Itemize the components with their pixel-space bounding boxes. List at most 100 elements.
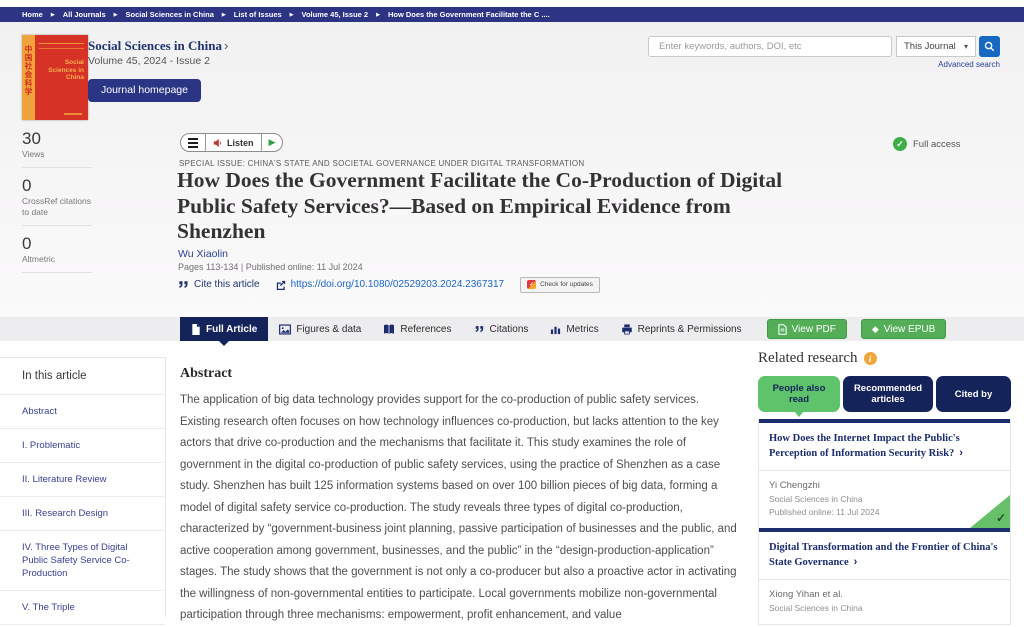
view-pdf-button[interactable]: View PDF (767, 319, 847, 339)
tab-full-article[interactable]: Full Article (180, 317, 268, 341)
tab-references[interactable]: References (372, 317, 462, 341)
search-input[interactable] (648, 36, 892, 57)
view-epub-button[interactable]: ◆ View EPUB (861, 319, 946, 339)
related-article-title: How Does the Internet Impact the Public'… (769, 433, 960, 459)
journal-title-link[interactable]: Social Sciences in China› (88, 38, 228, 54)
full-access-check-icon: ✓ (893, 137, 907, 151)
tab-citations[interactable]: Citations (463, 317, 540, 341)
tab-recommended-articles[interactable]: Recommended articles (843, 376, 933, 412)
related-article-author[interactable]: Yi Chengzhi (769, 479, 1000, 493)
tab-figures-data[interactable]: Figures & data (268, 317, 372, 341)
tab-cited-by[interactable]: Cited by (936, 376, 1011, 412)
journal-cover-rule (39, 43, 84, 44)
journal-cover[interactable]: 中国社会科学 Social Sciences in China (22, 35, 88, 120)
toc-item-literature-review[interactable]: II. Literature Review (0, 463, 165, 497)
toc-item-the-triple[interactable]: V. The Triple (0, 591, 165, 625)
tab-label: Metrics (566, 324, 598, 335)
related-article-author[interactable]: Xiong Yihan et al. (769, 588, 1000, 602)
doi-text: https://doi.org/10.1080/02529203.2024.23… (291, 279, 505, 290)
cite-this-article-label: Cite this article (194, 279, 260, 290)
listen-button[interactable]: Listen (205, 134, 261, 151)
toc-item-abstract[interactable]: Abstract (0, 395, 165, 429)
views-label: Views (22, 149, 92, 167)
journal-cover-title: Social Sciences in China (44, 59, 84, 82)
tab-label: Reprints & Permissions (638, 324, 742, 335)
chevron-right-icon: › (224, 38, 228, 53)
full-access-label: Full access (913, 139, 961, 150)
related-research-heading-row: Related research i (758, 350, 1011, 367)
metric-divider (22, 167, 92, 168)
play-icon: ▶ (269, 137, 276, 148)
related-research-panel: Related research i People also read Reco… (758, 350, 1011, 625)
tab-reprints-permissions[interactable]: Reprints & Permissions (610, 317, 753, 341)
doi-link[interactable]: https://doi.org/10.1080/02529203.2024.23… (276, 279, 505, 290)
views-count: 30 (22, 128, 92, 149)
related-article-title-link[interactable]: How Does the Internet Impact the Public'… (759, 423, 1010, 471)
listen-label: Listen (227, 138, 254, 148)
abstract-heading: Abstract (180, 366, 232, 382)
quote-icon (178, 279, 189, 290)
listen-menu-button[interactable] (181, 134, 205, 151)
journal-homepage-button[interactable]: Journal homepage (88, 79, 201, 102)
citation-row: Cite this article https://doi.org/10.108… (178, 276, 600, 293)
check-icon: ✓ (996, 511, 1006, 525)
search-scope-value: This Journal (904, 41, 956, 52)
chevron-right-icon: › (959, 447, 963, 459)
tab-people-also-read[interactable]: People also read (758, 376, 840, 412)
play-button[interactable]: ▶ (261, 134, 283, 151)
metric-divider (22, 225, 92, 226)
search-button[interactable] (979, 36, 1000, 57)
article-metrics-panel: 30 Views 0 CrossRef citations to date 0 … (22, 128, 92, 280)
in-this-article-sidebar: In this article Abstract I. Problematic … (0, 357, 166, 617)
search-icon (984, 41, 995, 52)
breadcrumb-separator-icon: ▶ (376, 12, 380, 18)
search-scope-select[interactable]: This Journal ▾ (896, 36, 976, 57)
breadcrumb-item-all-journals[interactable]: All Journals (63, 10, 106, 19)
related-research-tabs: People also read Recommended articles Ci… (758, 376, 1011, 412)
check-for-updates-badge[interactable]: ✓ Check for updates (520, 277, 600, 293)
altmetric-count: 0 (22, 233, 92, 254)
journal-cover-rule (39, 48, 84, 49)
speaker-icon (213, 138, 223, 148)
view-epub-label: View EPUB (884, 324, 936, 335)
breadcrumb-separator-icon: ▶ (114, 12, 118, 18)
crossmark-icon: ✓ (527, 280, 536, 289)
breadcrumb-item-current-article: How Does the Government Facilitate the C… (388, 10, 550, 19)
epub-diamond-icon: ◆ (872, 324, 879, 335)
link-icon (276, 280, 286, 290)
quote-icon (474, 324, 485, 334)
document-icon (191, 324, 201, 335)
full-access-indicator: ✓ Full access (893, 137, 961, 151)
info-icon[interactable]: i (864, 352, 877, 365)
breadcrumb-separator-icon: ▶ (290, 12, 294, 18)
toc-item-research-design[interactable]: III. Research Design (0, 497, 165, 531)
book-icon (383, 324, 395, 335)
toc-item-problematic[interactable]: I. Problematic (0, 429, 165, 463)
listen-player: Listen ▶ (180, 133, 283, 152)
toc-item-three-types[interactable]: IV. Three Types of Digital Public Safety… (0, 531, 165, 591)
cite-this-article-link[interactable]: Cite this article (178, 279, 260, 290)
crossref-count: 0 (22, 175, 92, 196)
related-article-published: Published online: 11 Jul 2024 (769, 506, 1000, 519)
pdf-document-icon (778, 324, 787, 335)
hamburger-icon (188, 138, 198, 148)
tab-label: References (400, 324, 451, 335)
breadcrumb-item-journal[interactable]: Social Sciences in China (126, 10, 214, 19)
related-article-title-link[interactable]: Digital Transformation and the Frontier … (759, 532, 1010, 580)
breadcrumb-item-issue[interactable]: Volume 45, Issue 2 (302, 10, 369, 19)
breadcrumb-item-home[interactable]: Home (22, 10, 43, 19)
article-title: How Does the Government Facilitate the C… (177, 168, 809, 245)
related-article-title: Digital Transformation and the Frontier … (769, 542, 997, 568)
related-articles-list: How Does the Internet Impact the Public'… (758, 419, 1011, 625)
breadcrumb-item-list-of-issues[interactable]: List of Issues (234, 10, 282, 19)
author-link[interactable]: Wu Xiaolin (178, 248, 228, 260)
printer-icon (621, 324, 633, 335)
image-icon (279, 324, 291, 335)
altmetric-label: Altmetric (22, 254, 92, 272)
special-issue-label: SPECIAL ISSUE: CHINA'S STATE AND SOCIETA… (179, 159, 584, 168)
advanced-search-link[interactable]: Advanced search (900, 60, 1000, 69)
related-article-source: Social Sciences in China (769, 493, 1000, 506)
tab-metrics[interactable]: Metrics (539, 317, 609, 341)
related-article-meta: Yi Chengzhi Social Sciences in China Pub… (759, 471, 1010, 528)
view-pdf-label: View PDF (792, 324, 836, 335)
